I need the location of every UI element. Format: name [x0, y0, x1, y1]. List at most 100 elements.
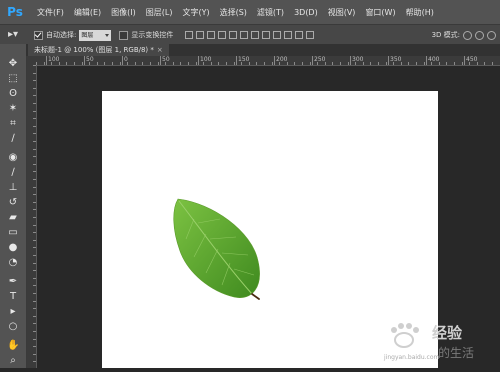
- distribute-hcenter-icon[interactable]: [295, 31, 304, 39]
- ruler-minor-tick: [33, 209, 36, 210]
- menu-edit[interactable]: 编辑(E): [69, 7, 106, 18]
- document-tab[interactable]: 未标题-1 @ 100% (图层 1, RGB/8) * ×: [28, 44, 169, 56]
- healing-brush-tool-icon[interactable]: ◉: [7, 152, 19, 164]
- ruler-minor-tick: [33, 171, 36, 172]
- menu-help[interactable]: 帮助(H): [401, 7, 439, 18]
- ruler-minor-tick: [484, 62, 485, 65]
- move-tool-icon[interactable]: ✥: [7, 58, 19, 70]
- lasso-tool-icon[interactable]: ʘ: [7, 88, 19, 100]
- ruler-minor-tick: [44, 62, 45, 65]
- ruler-minor-tick: [104, 62, 105, 65]
- menu-filter[interactable]: 滤镜(T): [252, 7, 289, 18]
- ruler-minor-tick: [196, 62, 197, 65]
- distribute-left-icon[interactable]: [284, 31, 293, 39]
- align-right-icon[interactable]: [240, 31, 249, 39]
- ruler-minor-tick: [33, 133, 36, 134]
- blur-tool-icon[interactable]: ●: [7, 242, 19, 254]
- options-bar: ▸▾ 自动选择: 图层 显示变换控件 3D 模式:: [0, 24, 500, 45]
- ruler-label: 300: [352, 56, 364, 63]
- auto-select-option[interactable]: 自动选择: 图层: [34, 29, 112, 41]
- ruler-minor-tick: [249, 62, 250, 65]
- ruler-minor-tick: [33, 194, 36, 195]
- align-vcenter-icon[interactable]: [196, 31, 205, 39]
- show-transform-option[interactable]: 显示变换控件: [119, 30, 173, 40]
- auto-select-checkbox[interactable]: [34, 30, 43, 40]
- ruler-minor-tick: [363, 62, 364, 65]
- align-bottom-icon[interactable]: [207, 31, 216, 39]
- ruler-minor-tick: [33, 308, 36, 309]
- menu-image[interactable]: 图像(I): [106, 7, 141, 18]
- path-selection-tool-icon[interactable]: ▸: [7, 306, 19, 318]
- document-tab-title: 未标题-1 @ 100% (图层 1, RGB/8) *: [34, 46, 154, 54]
- align-hcenter-icon[interactable]: [229, 31, 238, 39]
- ruler-minor-tick: [33, 270, 36, 271]
- ruler-minor-tick: [33, 88, 36, 89]
- eyedropper-tool-icon[interactable]: ∕: [7, 133, 19, 145]
- drag-3d-icon[interactable]: [487, 30, 496, 40]
- type-tool-icon[interactable]: T: [7, 291, 19, 303]
- pen-tool-icon[interactable]: ✒: [7, 276, 19, 288]
- ellipse-tool-icon[interactable]: ○: [7, 321, 19, 333]
- menu-view[interactable]: 视图(V): [323, 7, 361, 18]
- ruler-minor-tick: [33, 316, 36, 317]
- menu-window[interactable]: 窗口(W): [360, 7, 400, 18]
- distribute-right-icon[interactable]: [306, 31, 315, 39]
- move-tool-preset-icon[interactable]: ▸▾: [8, 28, 26, 42]
- ruler-minor-tick: [302, 62, 303, 65]
- eraser-tool-icon[interactable]: ▰: [7, 212, 19, 224]
- ruler-minor-tick: [173, 62, 174, 65]
- ruler-minor-tick: [256, 62, 257, 65]
- align-left-icon[interactable]: [218, 31, 227, 39]
- roll-3d-icon[interactable]: [475, 30, 484, 40]
- clone-stamp-tool-icon[interactable]: ⊥: [7, 182, 19, 194]
- ruler-minor-tick: [310, 62, 311, 65]
- ruler-minor-tick: [462, 62, 463, 65]
- gradient-tool-icon[interactable]: ▭: [7, 227, 19, 239]
- show-transform-checkbox[interactable]: [119, 30, 129, 40]
- menu-3d[interactable]: 3D(D): [289, 8, 323, 17]
- distribute-bottom-icon[interactable]: [273, 31, 282, 39]
- menu-select[interactable]: 选择(S): [215, 7, 252, 18]
- menu-type[interactable]: 文字(Y): [177, 7, 214, 18]
- distribute-vcenter-icon[interactable]: [262, 31, 271, 39]
- hand-tool-icon[interactable]: ✋: [7, 340, 19, 352]
- magic-wand-tool-icon[interactable]: ✶: [7, 103, 19, 115]
- ruler-minor-tick: [33, 240, 36, 241]
- ruler-minor-tick: [33, 95, 36, 96]
- ruler-minor-tick: [340, 62, 341, 65]
- ruler-minor-tick: [492, 62, 493, 65]
- ruler-corner: [27, 56, 36, 65]
- distribute-top-icon[interactable]: [251, 31, 260, 39]
- menu-bar: Ps 文件(F) 编辑(E) 图像(I) 图层(L) 文字(Y) 选择(S) 滤…: [0, 0, 500, 24]
- leaf: [173, 198, 260, 300]
- auto-select-dropdown[interactable]: 图层: [79, 29, 112, 41]
- vertical-ruler[interactable]: [27, 65, 37, 368]
- marquee-tool-icon[interactable]: ⬚: [7, 73, 19, 85]
- brush-tool-icon[interactable]: ∕: [7, 167, 19, 179]
- history-brush-tool-icon[interactable]: ↺: [7, 197, 19, 209]
- ruler-minor-tick: [33, 217, 36, 218]
- ruler-minor-tick: [89, 62, 90, 65]
- ruler-minor-tick: [33, 323, 36, 324]
- crop-tool-icon[interactable]: ⌗: [7, 118, 19, 130]
- ruler-label: 350: [390, 56, 402, 63]
- ruler-minor-tick: [180, 62, 181, 65]
- rotate-3d-icon[interactable]: [463, 30, 472, 40]
- watermark-url: jingyan.baidu.com: [384, 354, 440, 361]
- ruler-minor-tick: [135, 62, 136, 65]
- watermark-brand: 经验: [432, 324, 463, 342]
- ruler-minor-tick: [66, 62, 67, 65]
- menu-file[interactable]: 文件(F): [32, 7, 69, 18]
- ruler-minor-tick: [127, 62, 128, 65]
- zoom-tool-icon[interactable]: ⌕: [7, 355, 19, 367]
- ruler-minor-tick: [33, 80, 36, 81]
- dodge-tool-icon[interactable]: ◔: [7, 257, 19, 269]
- ruler-minor-tick: [120, 62, 121, 65]
- menu-layer[interactable]: 图层(L): [141, 7, 178, 18]
- align-top-icon[interactable]: [185, 31, 194, 39]
- horizontal-ruler[interactable]: 100 50 0 50 100 150 200 250 300 350 400 450: [36, 56, 500, 66]
- ruler-minor-tick: [226, 62, 227, 65]
- baidu-jingyan-watermark: 经验 的生活 jingyan.baidu.com: [380, 318, 498, 366]
- close-icon[interactable]: ×: [157, 46, 163, 54]
- ruler-tick: [350, 56, 351, 65]
